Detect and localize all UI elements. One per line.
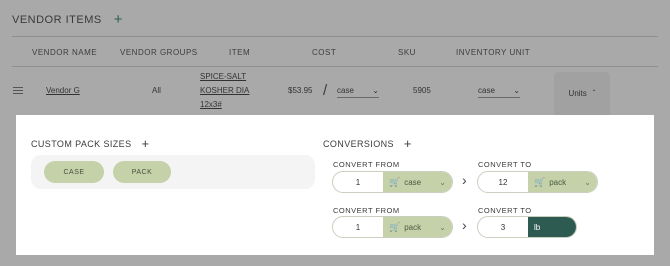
convert-to-field[interactable]: 3 lb (477, 216, 577, 238)
add-vendor-item-button[interactable]: + (114, 12, 123, 27)
cart-icon: 🛒 (534, 176, 546, 187)
to-quantity-input[interactable]: 3 (478, 217, 528, 237)
chevron-right-icon: › (462, 172, 467, 188)
add-conversion-button[interactable]: + (404, 137, 412, 150)
from-quantity-input[interactable]: 1 (333, 217, 383, 237)
from-unit-value: case (404, 177, 422, 187)
col-vendor-name[interactable]: VENDOR NAME (32, 48, 97, 57)
cost-unit-value: case (337, 86, 354, 95)
pack-chip-case[interactable]: CASE (44, 161, 104, 183)
chevron-down-icon: ⌄ (439, 222, 446, 232)
to-quantity-input[interactable]: 12 (478, 172, 528, 192)
chevron-down-icon: ⌄ (513, 86, 520, 95)
vendor-groups-value: All (152, 86, 161, 95)
inventory-unit-select[interactable]: case ⌄ (478, 86, 520, 98)
add-pack-size-button[interactable]: + (141, 137, 149, 150)
cost-value: $53.95 (288, 86, 313, 95)
header-divider (12, 36, 658, 37)
from-unit-value: pack (404, 222, 422, 232)
conversions-title: CONVERSIONS (323, 138, 394, 149)
pack-chip-pack[interactable]: PACK (113, 161, 171, 183)
custom-pack-title: CUSTOM PACK SIZES (31, 138, 132, 149)
table-header-divider (12, 66, 658, 67)
pack-sizes-list: CASE PACK (31, 155, 315, 189)
item-line-3: 12x3# (200, 100, 222, 109)
custom-pack-header: CUSTOM PACK SIZES + (31, 137, 149, 150)
cart-icon: 🛒 (389, 221, 401, 232)
from-quantity-input[interactable]: 1 (333, 172, 383, 192)
cart-icon: 🛒 (389, 176, 401, 187)
vendor-items-header: VENDOR ITEMS + (12, 12, 123, 27)
to-unit-value: pack (549, 177, 567, 187)
convert-to-field[interactable]: 12 🛒 pack ⌄ (477, 171, 598, 193)
chevron-down-icon: ⌄ (372, 86, 379, 95)
from-unit-select[interactable]: 🛒 pack ⌄ (383, 217, 452, 237)
item-line-2: KOSHER DIA (200, 86, 250, 95)
sku-value: 5905 (413, 86, 431, 95)
convert-from-field[interactable]: 1 🛒 pack ⌄ (332, 216, 453, 238)
cost-unit-select[interactable]: case ⌄ (337, 86, 379, 98)
chevron-right-icon: › (462, 217, 467, 233)
col-vendor-groups[interactable]: VENDOR GROUPS (120, 48, 198, 57)
cost-slash: / (323, 82, 328, 99)
to-unit-value: lb (534, 222, 541, 232)
chevron-down-icon: ⌄ (439, 177, 446, 187)
col-sku[interactable]: SKU (398, 48, 416, 57)
conversions-header: CONVERSIONS + (323, 137, 412, 150)
units-toggle-button[interactable]: Units ˆ (554, 72, 610, 118)
col-item[interactable]: ITEM (229, 48, 250, 57)
vendor-name-link[interactable]: Vendor G (46, 86, 80, 95)
col-cost[interactable]: COST (312, 48, 336, 57)
drag-handle-icon[interactable] (13, 87, 23, 96)
item-line-1: SPICE-SALT (200, 72, 247, 81)
units-button-label: Units (568, 89, 587, 98)
convert-to-label: CONVERT TO (478, 160, 532, 169)
to-unit-select[interactable]: lb (528, 217, 576, 237)
chevron-down-icon: ⌄ (584, 177, 591, 187)
convert-from-label: CONVERT FROM (333, 206, 400, 215)
page-title: VENDOR ITEMS (12, 13, 102, 26)
from-unit-select[interactable]: 🛒 case ⌄ (383, 172, 452, 192)
chevron-up-icon: ˆ (592, 89, 596, 98)
convert-from-field[interactable]: 1 🛒 case ⌄ (332, 171, 453, 193)
convert-to-label: CONVERT TO (478, 206, 532, 215)
convert-from-label: CONVERT FROM (333, 160, 400, 169)
col-inventory-unit[interactable]: INVENTORY UNIT (456, 48, 530, 57)
to-unit-select[interactable]: 🛒 pack ⌄ (528, 172, 597, 192)
item-link[interactable]: SPICE-SALT KOSHER DIA 12x3# (200, 70, 249, 112)
units-panel: CUSTOM PACK SIZES + CASE PACK CONVERSION… (16, 115, 654, 255)
inventory-unit-value: case (478, 86, 495, 95)
